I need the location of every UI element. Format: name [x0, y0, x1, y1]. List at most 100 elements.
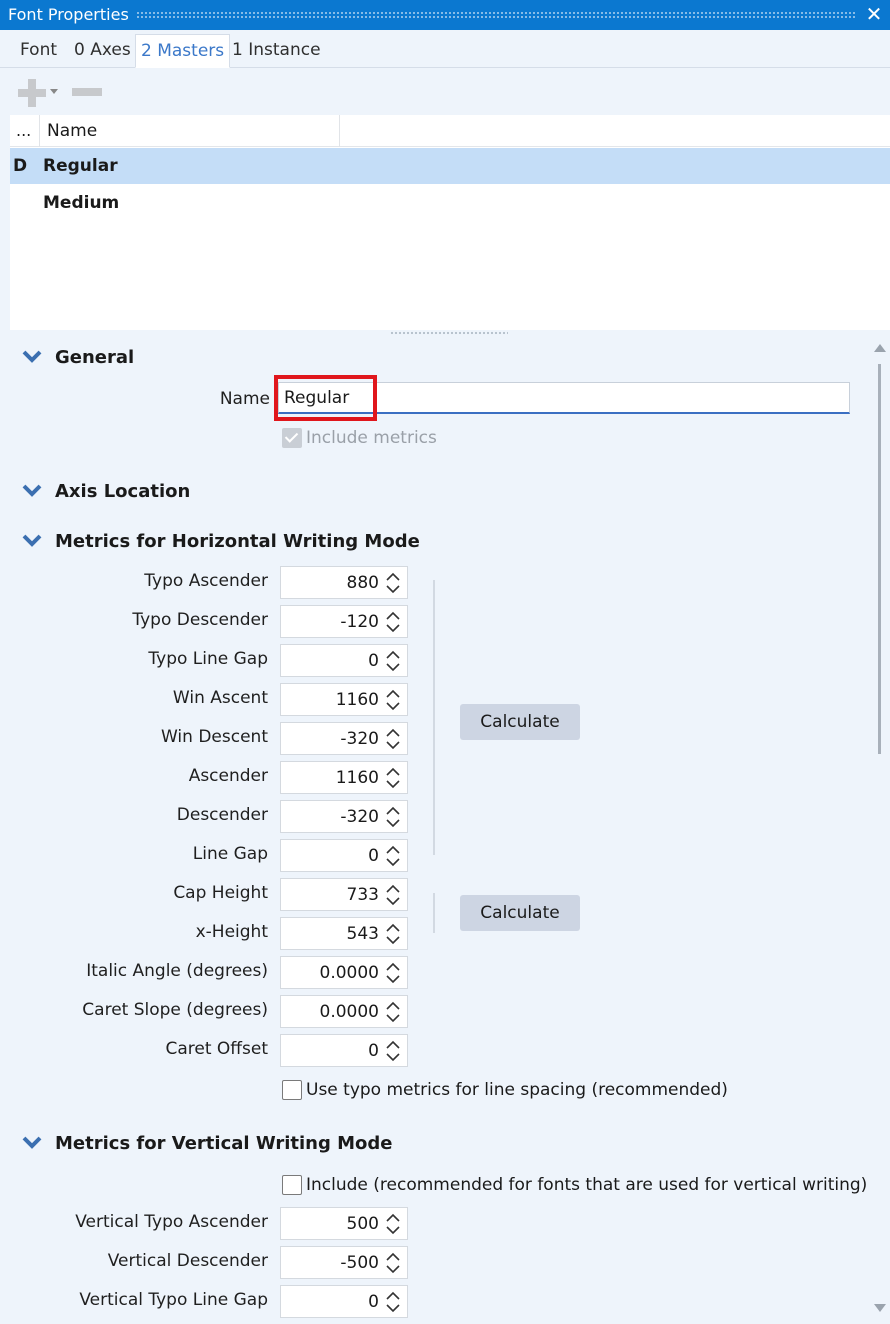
metric-value[interactable]: 880 [347, 573, 379, 593]
metric-label: Line Gap [192, 844, 268, 864]
spinner-arrows-icon[interactable] [385, 726, 401, 752]
metric-label: Italic Angle (degrees) [86, 961, 268, 981]
metric-value[interactable]: -120 [340, 612, 379, 632]
include-metrics-checkbox[interactable] [282, 428, 302, 448]
spinner-arrows-icon[interactable] [385, 843, 401, 869]
title-bar: Font Properties ✕ [0, 0, 890, 30]
remove-master-icon[interactable] [72, 88, 102, 96]
spinner-arrows-icon[interactable] [385, 960, 401, 986]
metric-value[interactable]: -320 [340, 729, 379, 749]
metric-value[interactable]: 733 [347, 885, 379, 905]
vertical-scrollbar[interactable] [872, 340, 888, 1324]
tab-instance[interactable]: 1 Instance [232, 40, 321, 60]
spinner-arrows-icon[interactable] [385, 570, 401, 596]
highlight-box [274, 375, 377, 421]
metric-spinbox[interactable]: 0.0000 [280, 995, 408, 1028]
master-name: Regular [43, 156, 118, 176]
metric-value[interactable]: -500 [340, 1253, 379, 1273]
metric-spinbox[interactable]: 543 [280, 917, 408, 950]
include-vertical-label: Include (recommended for fonts that are … [306, 1175, 868, 1195]
metric-label: Caret Offset [165, 1039, 268, 1059]
metric-spinbox[interactable]: 1160 [280, 761, 408, 794]
calculate-button[interactable]: Calculate [460, 895, 580, 931]
chevron-down-icon[interactable] [22, 532, 42, 550]
metric-spinbox[interactable]: 0 [280, 644, 408, 677]
metric-label: Cap Height [173, 883, 268, 903]
metric-spinbox[interactable]: 0 [280, 1034, 408, 1067]
metric-value[interactable]: 0 [368, 846, 379, 866]
tab-axes[interactable]: 0 Axes [74, 40, 131, 60]
metric-value[interactable]: 0.0000 [320, 963, 379, 983]
metric-value[interactable]: 0.0000 [320, 1002, 379, 1022]
metric-spinbox[interactable]: 880 [280, 566, 408, 599]
group-divider [433, 580, 435, 855]
chevron-down-icon[interactable] [22, 482, 42, 500]
metric-label: Ascender [188, 766, 268, 786]
metric-spinbox[interactable]: 0 [280, 1285, 408, 1318]
metric-label: Caret Slope (degrees) [82, 1000, 268, 1020]
metric-spinbox[interactable]: 733 [280, 878, 408, 911]
metric-label: Win Ascent [172, 688, 268, 708]
scroll-down-icon[interactable] [874, 1304, 886, 1312]
metric-value[interactable]: 543 [347, 924, 379, 944]
tab-font[interactable]: Font [20, 40, 57, 60]
add-master-icon[interactable] [18, 79, 46, 107]
metric-spinbox[interactable]: 0 [280, 839, 408, 872]
include-vertical-checkbox[interactable] [282, 1175, 302, 1195]
metric-label: x-Height [195, 922, 268, 942]
metric-value[interactable]: 0 [368, 1292, 379, 1312]
section-title: Metrics for Horizontal Writing Mode [55, 531, 420, 552]
group-divider [433, 893, 435, 933]
spinner-arrows-icon[interactable] [385, 687, 401, 713]
spinner-arrows-icon[interactable] [385, 609, 401, 635]
section-title: Metrics for Vertical Writing Mode [55, 1133, 393, 1154]
metric-value[interactable]: -320 [340, 807, 379, 827]
spinner-arrows-icon[interactable] [385, 804, 401, 830]
chevron-down-icon[interactable] [22, 1134, 42, 1152]
spinner-arrows-icon[interactable] [385, 921, 401, 947]
column-marker-header[interactable]: ... [16, 121, 31, 140]
metric-spinbox[interactable]: -320 [280, 800, 408, 833]
metric-spinbox[interactable]: 1160 [280, 683, 408, 716]
section-title: Axis Location [55, 481, 191, 502]
metric-value[interactable]: 0 [368, 651, 379, 671]
spinner-arrows-icon[interactable] [385, 1211, 401, 1237]
metric-value[interactable]: 1160 [336, 690, 379, 710]
panel-splitter[interactable] [390, 331, 508, 335]
metric-value[interactable]: 0 [368, 1041, 379, 1061]
use-typo-metrics-checkbox[interactable] [282, 1080, 302, 1100]
spinner-arrows-icon[interactable] [385, 882, 401, 908]
metric-spinbox[interactable]: -120 [280, 605, 408, 638]
spinner-arrows-icon[interactable] [385, 999, 401, 1025]
spinner-arrows-icon[interactable] [385, 1038, 401, 1064]
table-row[interactable]: D Regular [10, 148, 890, 184]
metric-spinbox[interactable]: -320 [280, 722, 408, 755]
tab-masters[interactable]: 2 Masters [135, 34, 231, 68]
spinner-arrows-icon[interactable] [385, 1250, 401, 1276]
metric-value[interactable]: 1160 [336, 768, 379, 788]
close-icon[interactable]: ✕ [862, 2, 886, 26]
metric-label: Descender [176, 805, 268, 825]
scroll-up-icon[interactable] [874, 344, 886, 352]
spinner-arrows-icon[interactable] [385, 1289, 401, 1315]
metric-value[interactable]: 500 [347, 1214, 379, 1234]
title-grip[interactable] [136, 11, 856, 20]
metric-label: Win Descent [161, 727, 268, 747]
scroll-thumb[interactable] [878, 364, 881, 754]
metric-label: Vertical Descender [107, 1251, 268, 1271]
chevron-down-icon[interactable] [50, 89, 58, 94]
chevron-down-icon[interactable] [22, 348, 42, 366]
column-name-header[interactable]: Name [47, 121, 97, 141]
metric-spinbox[interactable]: 0.0000 [280, 956, 408, 989]
spinner-arrows-icon[interactable] [385, 765, 401, 791]
masters-table: ... Name D Regular Medium [10, 115, 890, 330]
metric-spinbox[interactable]: 500 [280, 1207, 408, 1240]
include-metrics-label: Include metrics [306, 428, 437, 448]
masters-toolbar [10, 69, 890, 115]
section-title: General [55, 347, 135, 368]
table-row[interactable]: Medium [10, 185, 890, 221]
spinner-arrows-icon[interactable] [385, 648, 401, 674]
window-title: Font Properties [8, 5, 129, 24]
calculate-button[interactable]: Calculate [460, 704, 580, 740]
metric-spinbox[interactable]: -500 [280, 1246, 408, 1279]
